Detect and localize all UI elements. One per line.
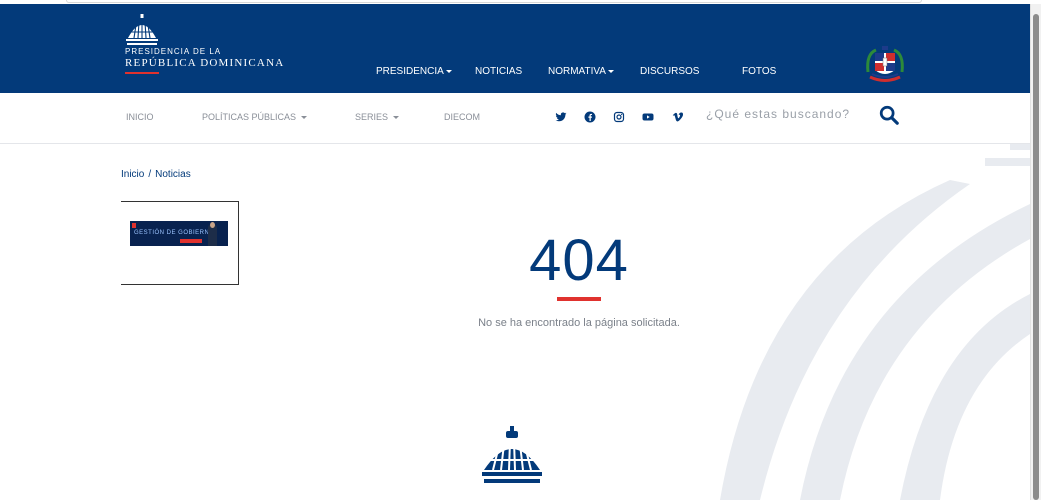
twitter-icon[interactable]: [555, 111, 567, 123]
subnav-diecom[interactable]: DIECOM: [444, 112, 480, 122]
banner-person-head: [210, 222, 215, 228]
banner-headline: GESTIÓN DE GOBIERNO: [134, 230, 215, 236]
gestion-de-gobierno-banner[interactable]: GESTIÓN DE GOBIERNO: [130, 221, 228, 246]
nav-presidencia[interactable]: PRESIDENCIA: [376, 66, 452, 77]
background-dashes-decoration: [985, 144, 1030, 166]
breadcrumb-current[interactable]: Noticias: [155, 169, 191, 180]
chevron-down-icon: [300, 116, 307, 120]
subnav-series[interactable]: SERIES: [355, 112, 399, 122]
top-bar-outline: [66, 0, 922, 3]
capitol-dome-icon: [482, 426, 542, 483]
logo-underline: [125, 72, 159, 74]
nav-presidencia-label: PRESIDENCIA: [376, 66, 444, 77]
facebook-icon[interactable]: [584, 111, 596, 123]
chevron-down-icon: [445, 69, 452, 73]
sidebar-banner-card: GESTIÓN DE GOBIERNO: [121, 201, 239, 285]
breadcrumb: Inicio / Noticias: [121, 169, 191, 180]
error-accent-line: [557, 297, 601, 301]
error-code: 404: [529, 228, 629, 293]
nav-normativa-label: NORMATIVA: [548, 66, 606, 77]
subnav-politicas-label: POLÍTICAS PÚBLICAS: [202, 112, 297, 122]
banner-cta: [180, 239, 202, 243]
secondary-nav: INICIO POLÍTICAS PÚBLICAS SERIES DIECOM: [0, 93, 1030, 144]
nav-discursos-label: DISCURSOS: [640, 66, 700, 77]
subnav-inicio[interactable]: INICIO: [126, 112, 154, 122]
logo-text-line2: REPÚBLICA DOMINICANA: [125, 57, 285, 69]
capitol-dome-icon: [126, 14, 158, 45]
logo-text-line1: PRESIDENCIA DE LA: [125, 47, 222, 56]
chevron-down-icon: [607, 69, 614, 73]
subnav-series-label: SERIES: [355, 112, 389, 122]
breadcrumb-home[interactable]: Inicio: [121, 169, 144, 180]
scrollbar-thumb[interactable]: [1033, 14, 1039, 500]
vimeo-icon[interactable]: [672, 111, 684, 123]
youtube-icon[interactable]: [642, 111, 654, 123]
error-message: No se ha encontrado la página solicitada…: [478, 317, 680, 329]
nav-noticias-label: NOTICIAS: [475, 66, 523, 77]
page-scrollbar[interactable]: [1030, 4, 1041, 500]
site-header: PRESIDENCIA DE LA REPÚBLICA DOMINICANA P…: [0, 4, 1030, 93]
banner-tag: [132, 223, 136, 228]
nav-normativa[interactable]: NORMATIVA: [548, 66, 614, 77]
background-arcs-decoration: [720, 180, 1030, 500]
search-input[interactable]: [706, 105, 866, 123]
dominican-coat-of-arms-icon[interactable]: [864, 44, 906, 86]
subnav-politicas-publicas[interactable]: POLÍTICAS PÚBLICAS: [202, 112, 307, 122]
nav-fotos[interactable]: FOTOS: [742, 66, 776, 77]
nav-discursos[interactable]: DISCURSOS: [640, 66, 699, 77]
nav-fotos-label: FOTOS: [742, 66, 777, 77]
search-icon[interactable]: [878, 104, 900, 126]
nav-noticias[interactable]: NOTICIAS: [475, 66, 522, 77]
chevron-down-icon: [392, 116, 399, 120]
breadcrumb-separator: /: [148, 169, 152, 180]
instagram-icon[interactable]: [613, 111, 625, 123]
site-logo[interactable]: PRESIDENCIA DE LA REPÚBLICA DOMINICANA: [125, 14, 285, 74]
